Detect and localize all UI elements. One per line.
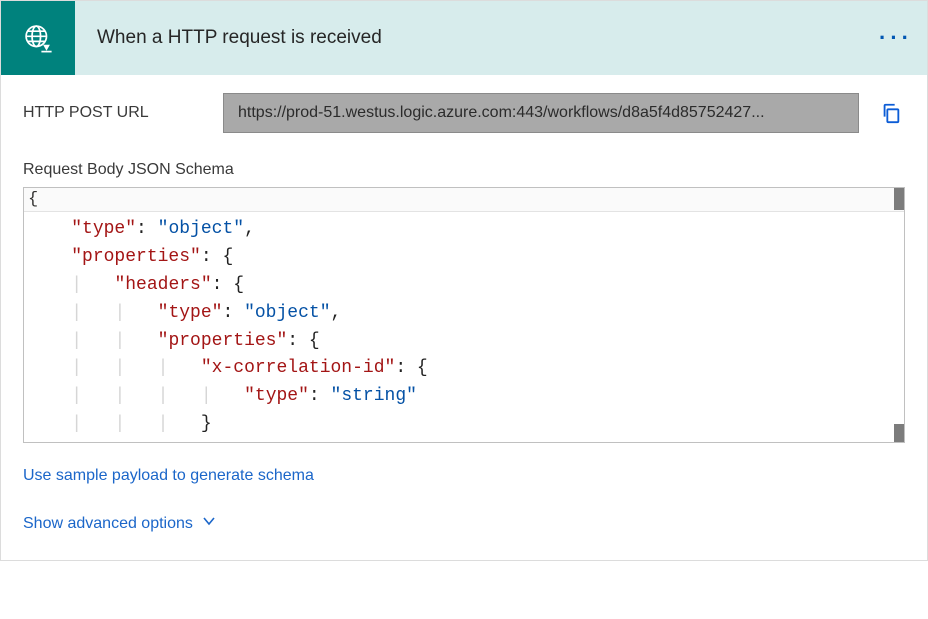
scrollbar-thumb-top[interactable]: [894, 188, 904, 210]
card-title: When a HTTP request is received: [75, 27, 879, 49]
copy-url-button[interactable]: [877, 99, 905, 127]
copy-icon: [880, 102, 902, 124]
card-header[interactable]: When a HTTP request is received ···: [1, 1, 927, 75]
http-globe-icon: [21, 21, 55, 55]
scrollbar-thumb-bottom[interactable]: [894, 424, 904, 442]
show-advanced-options-link[interactable]: Show advanced options: [23, 513, 217, 534]
trigger-icon-box: [1, 1, 75, 75]
chevron-down-icon: [201, 513, 217, 534]
card-menu-button[interactable]: ···: [879, 25, 927, 51]
trigger-card: When a HTTP request is received ··· HTTP…: [0, 0, 928, 561]
show-advanced-options-label: Show advanced options: [23, 515, 193, 533]
schema-line-first: {: [24, 188, 904, 212]
schema-editor[interactable]: { "type": "object", "properties": { | "h…: [23, 187, 905, 443]
http-post-url-label: HTTP POST URL: [23, 104, 205, 122]
use-sample-payload-link[interactable]: Use sample payload to generate schema: [23, 467, 314, 485]
card-body: HTTP POST URL https://prod-51.westus.log…: [1, 75, 927, 554]
http-post-url-row: HTTP POST URL https://prod-51.westus.log…: [23, 93, 905, 133]
schema-label: Request Body JSON Schema: [23, 161, 905, 179]
schema-code: "type": "object", "properties": { | "hea…: [24, 212, 904, 443]
http-post-url-field[interactable]: https://prod-51.westus.logic.azure.com:4…: [223, 93, 859, 133]
